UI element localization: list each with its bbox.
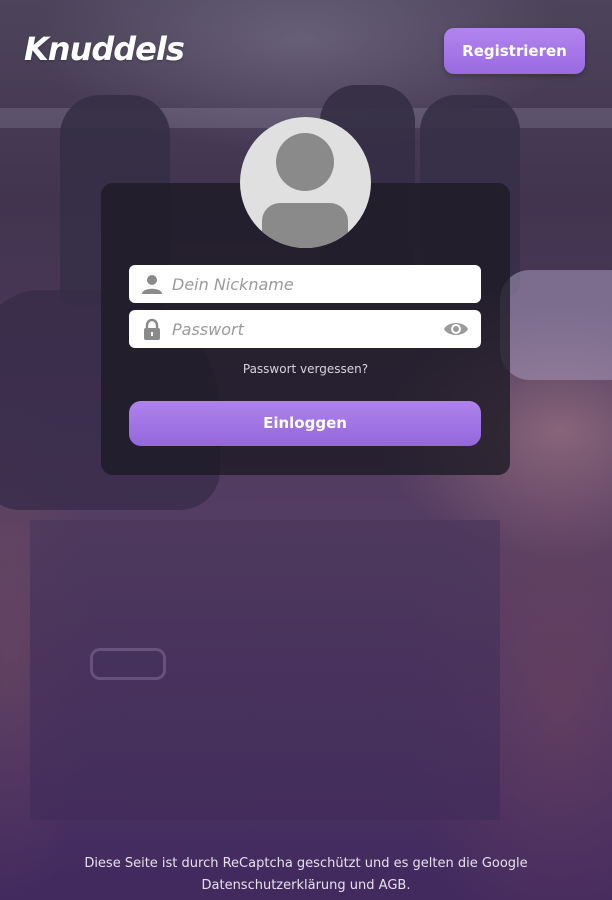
recaptcha-text: Diese Seite ist durch ReCaptcha geschütz…: [84, 856, 528, 871]
avatar-head: [276, 133, 334, 191]
avatar-shoulders: [262, 203, 348, 248]
recaptcha-notice: Diese Seite ist durch ReCaptcha geschütz…: [40, 853, 572, 897]
terms-link[interactable]: AGB: [379, 878, 407, 893]
user-icon: [142, 275, 162, 294]
knuddels-logo[interactable]: Knuddels: [24, 30, 185, 68]
privacy-policy-link[interactable]: Datenschutzerklärung: [202, 878, 346, 893]
nickname-field[interactable]: [129, 265, 481, 303]
register-button[interactable]: Registrieren: [444, 28, 585, 74]
password-input[interactable]: [172, 310, 432, 348]
nickname-input[interactable]: [172, 265, 432, 303]
login-button[interactable]: Einloggen: [129, 401, 481, 446]
and-text: und: [349, 878, 375, 893]
footer-period: .: [406, 878, 411, 893]
eye-icon[interactable]: [443, 318, 469, 340]
avatar-placeholder-icon: [240, 117, 371, 248]
forgot-password-link[interactable]: Passwort vergessen?: [101, 362, 510, 376]
lock-icon: [144, 318, 160, 340]
password-field[interactable]: [129, 310, 481, 348]
